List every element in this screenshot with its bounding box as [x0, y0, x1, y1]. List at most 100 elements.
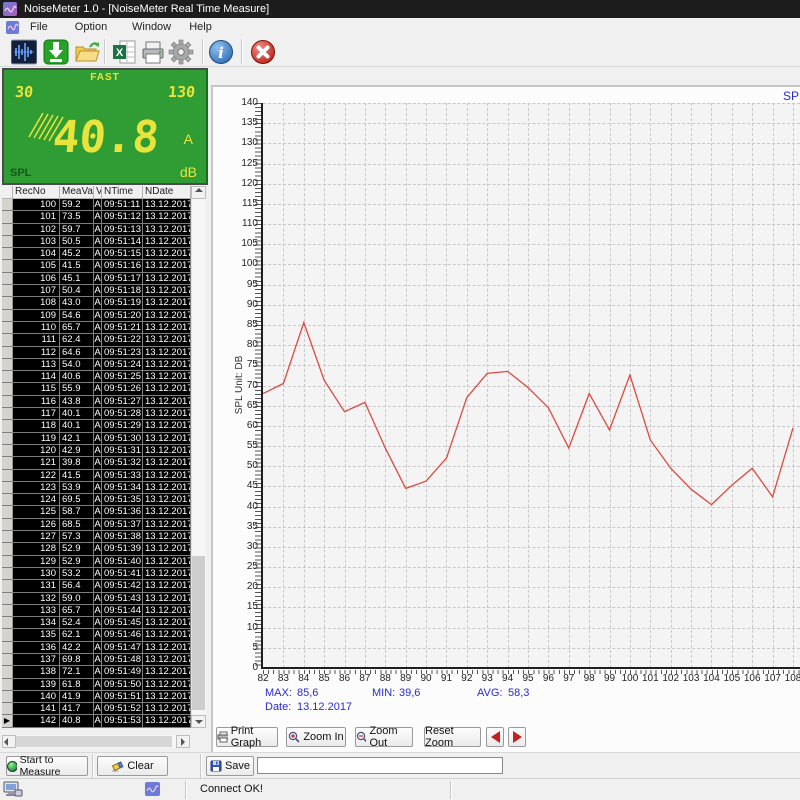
table-row[interactable]: 10750.4A09:51:1813.12.2017: [2, 285, 191, 297]
scroll-up-button[interactable]: [191, 186, 206, 199]
table-row[interactable]: 11440.6A09:51:2513.12.2017: [2, 371, 191, 383]
table-row[interactable]: 11740.1A09:51:2813.12.2017: [2, 408, 191, 420]
row-selector[interactable]: [2, 617, 13, 629]
table-row[interactable]: 11555.9A09:51:2613.12.2017: [2, 383, 191, 395]
row-selector[interactable]: [2, 605, 13, 617]
table-row[interactable]: 12139.8A09:51:3213.12.2017: [2, 457, 191, 469]
row-selector[interactable]: [2, 260, 13, 272]
scroll-left-button[interactable]: [2, 735, 16, 748]
scroll-down-button[interactable]: [191, 715, 206, 728]
table-row[interactable]: 12558.7A09:51:3613.12.2017: [2, 506, 191, 518]
table-row[interactable]: 13365.7A09:51:4413.12.2017: [2, 605, 191, 617]
scroll-right-button[interactable]: [176, 735, 190, 748]
clear-button[interactable]: Clear: [97, 756, 168, 776]
table-row[interactable]: 11942.1A09:51:3013.12.2017: [2, 433, 191, 445]
row-selector[interactable]: [2, 519, 13, 531]
row-selector[interactable]: [2, 679, 13, 691]
row-selector[interactable]: [2, 248, 13, 260]
table-row[interactable]: 13769.8A09:51:4813.12.2017: [2, 654, 191, 666]
row-selector[interactable]: [2, 531, 13, 543]
row-selector[interactable]: [2, 543, 13, 555]
mdi-child-icon[interactable]: [6, 21, 19, 34]
row-selector[interactable]: [2, 199, 13, 211]
table-row[interactable]: 14141.7A09:51:5213.12.2017: [2, 703, 191, 715]
stop-icon[interactable]: [250, 39, 276, 65]
save-button[interactable]: Save: [206, 756, 254, 776]
row-selector[interactable]: [2, 703, 13, 715]
table-row[interactable]: 10445.2A09:51:1513.12.2017: [2, 248, 191, 260]
row-selector[interactable]: [2, 556, 13, 568]
start-measure-button[interactable]: Start to Measure: [6, 756, 88, 776]
table-row[interactable]: 10954.6A09:51:2013.12.2017: [2, 310, 191, 322]
table-row[interactable]: 13452.4A09:51:4513.12.2017: [2, 617, 191, 629]
table-row[interactable]: 10259.7A09:51:1313.12.2017: [2, 224, 191, 236]
excel-icon[interactable]: X: [111, 39, 137, 65]
row-selector[interactable]: [2, 334, 13, 346]
table-row[interactable]: 10350.5A09:51:1413.12.2017: [2, 236, 191, 248]
table-row[interactable]: 12952.9A09:51:4013.12.2017: [2, 556, 191, 568]
row-selector[interactable]: [2, 445, 13, 457]
row-selector[interactable]: [2, 470, 13, 482]
print-graph-button[interactable]: Print Graph: [216, 727, 278, 747]
table-row[interactable]: 10843.0A09:51:1913.12.2017: [2, 297, 191, 309]
row-selector[interactable]: [2, 580, 13, 592]
row-selector[interactable]: [2, 666, 13, 678]
menu-item-option[interactable]: Option: [69, 18, 113, 36]
row-selector[interactable]: [2, 396, 13, 408]
row-selector[interactable]: [2, 642, 13, 654]
row-selector[interactable]: [2, 506, 13, 518]
table-row[interactable]: 10541.5A09:51:1613.12.2017: [2, 260, 191, 272]
table-row[interactable]: 12668.5A09:51:3713.12.2017: [2, 519, 191, 531]
table-row[interactable]: 12852.9A09:51:3913.12.2017: [2, 543, 191, 555]
table-row[interactable]: 12757.3A09:51:3813.12.2017: [2, 531, 191, 543]
row-selector[interactable]: [2, 629, 13, 641]
gear-icon[interactable]: [168, 39, 194, 65]
table-row[interactable]: ▶14240.8A09:51:5313.12.2017: [2, 715, 191, 727]
row-selector[interactable]: [2, 224, 13, 236]
table-row[interactable]: 11264.6A09:51:2313.12.2017: [2, 347, 191, 359]
row-selector[interactable]: [2, 433, 13, 445]
row-selector[interactable]: [2, 494, 13, 506]
row-selector[interactable]: [2, 383, 13, 395]
table-row[interactable]: 12042.9A09:51:3113.12.2017: [2, 445, 191, 457]
table-row[interactable]: 12241.5A09:51:3313.12.2017: [2, 470, 191, 482]
note-input[interactable]: [257, 757, 503, 774]
row-selector[interactable]: [2, 310, 13, 322]
table-row[interactable]: 13562.1A09:51:4613.12.2017: [2, 629, 191, 641]
row-selector[interactable]: [2, 482, 13, 494]
table-row[interactable]: 13156.4A09:51:4213.12.2017: [2, 580, 191, 592]
row-selector[interactable]: [2, 347, 13, 359]
table-row[interactable]: 13053.2A09:51:4113.12.2017: [2, 568, 191, 580]
row-selector[interactable]: [2, 211, 13, 223]
menu-item-help[interactable]: Help: [183, 18, 218, 36]
open-folder-icon[interactable]: [74, 39, 100, 65]
menu-item-file[interactable]: File: [24, 18, 54, 36]
row-selector[interactable]: [2, 593, 13, 605]
row-selector[interactable]: [2, 297, 13, 309]
table-row[interactable]: 13642.2A09:51:4713.12.2017: [2, 642, 191, 654]
table-row[interactable]: 12469.5A09:51:3513.12.2017: [2, 494, 191, 506]
table-row[interactable]: 11840.1A09:51:2913.12.2017: [2, 420, 191, 432]
table-row[interactable]: 11643.8A09:51:2713.12.2017: [2, 396, 191, 408]
table-row[interactable]: 14041.9A09:51:5113.12.2017: [2, 691, 191, 703]
row-selector[interactable]: ▶: [2, 715, 13, 727]
table-row[interactable]: 13259.0A09:51:4313.12.2017: [2, 593, 191, 605]
table-row[interactable]: 10645.1A09:51:1713.12.2017: [2, 273, 191, 285]
row-selector[interactable]: [2, 420, 13, 432]
table-row[interactable]: 12353.9A09:51:3413.12.2017: [2, 482, 191, 494]
print-icon[interactable]: [140, 39, 166, 65]
zoom-in-button[interactable]: Zoom In: [286, 727, 346, 747]
vscrollbar-thumb[interactable]: [192, 556, 205, 710]
table-row[interactable]: 10173.5A09:51:1213.12.2017: [2, 211, 191, 223]
row-selector[interactable]: [2, 408, 13, 420]
table-row[interactable]: 11354.0A09:51:2413.12.2017: [2, 359, 191, 371]
measurement-table[interactable]: 10059.2A09:51:1113.12.201710173.5A09:51:…: [2, 199, 191, 728]
info-icon[interactable]: i: [208, 39, 234, 65]
scroll-chart-left-button[interactable]: [486, 727, 504, 747]
scroll-chart-right-button[interactable]: [508, 727, 526, 747]
row-selector[interactable]: [2, 236, 13, 248]
hscrollbar-thumb[interactable]: [16, 736, 172, 747]
row-selector[interactable]: [2, 322, 13, 334]
row-selector[interactable]: [2, 359, 13, 371]
table-row[interactable]: 11162.4A09:51:2213.12.2017: [2, 334, 191, 346]
